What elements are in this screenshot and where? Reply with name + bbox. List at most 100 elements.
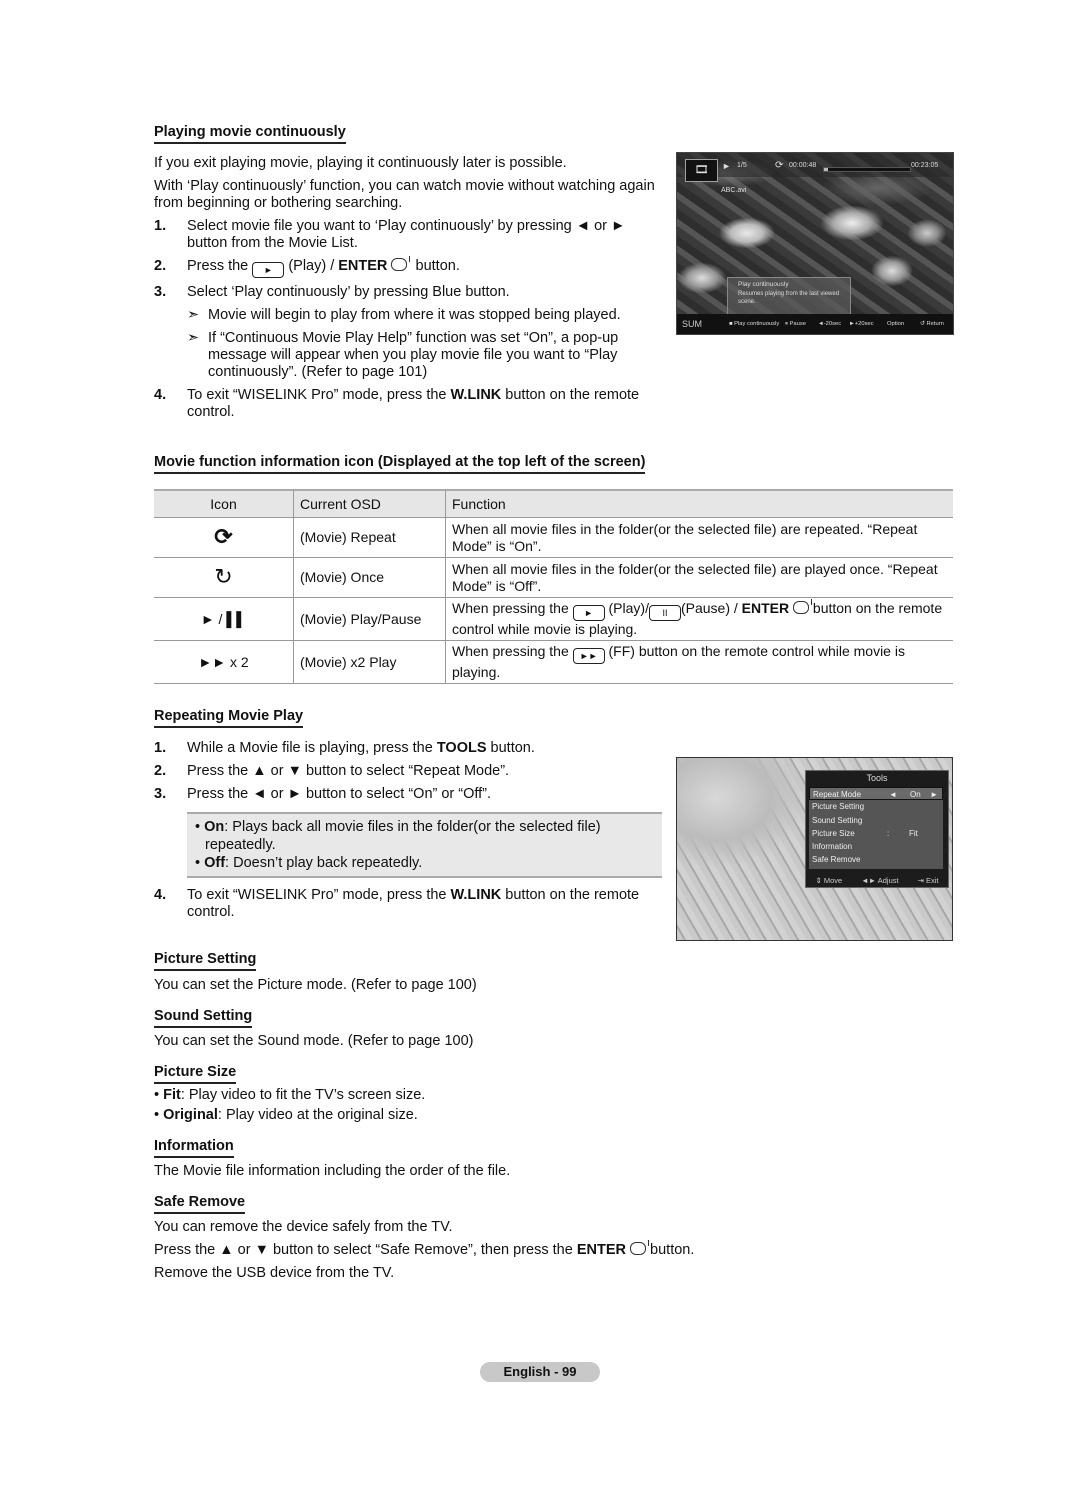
option-label: On <box>204 819 225 835</box>
picture-setting-text: You can set the Picture mode. (Refer to … <box>154 977 477 993</box>
step-text: button. <box>486 740 535 756</box>
option-text: : Play video at the original size. <box>217 1107 418 1123</box>
step-number: 4. <box>154 887 167 903</box>
step-text: Select movie file you want to ‘Play cont… <box>187 218 626 234</box>
safe-remove-heading: Safe Remove <box>154 1193 246 1214</box>
heading-text: Information <box>154 1137 234 1158</box>
device-name: SUM <box>682 319 702 329</box>
steps-list: 1. Select movie file you want to ‘Play c… <box>154 218 654 421</box>
exit-hint[interactable]: ⇥ Exit <box>918 876 939 885</box>
step-text: To exit “WISELINK Pro” mode, press the <box>187 887 451 903</box>
intro-paragraph-1: If you exit playing movie, playing it co… <box>154 155 567 171</box>
arrow-icon: ➣ <box>187 307 200 323</box>
total-time: 00:23:05 <box>911 162 939 169</box>
option-text: : Plays back all movie files in the fold… <box>205 819 601 853</box>
tools-item-repeat-mode[interactable]: Repeat Mode ◄ On ► <box>809 787 943 801</box>
function-cell: When all movie files in the folder(or th… <box>445 557 953 598</box>
tools-item-picture-setting[interactable]: Picture Setting <box>809 800 943 813</box>
wlink-label: W.LINK <box>450 887 502 903</box>
forward-20sec-control[interactable]: ►+20sec <box>849 321 874 327</box>
step-3: 3. Press the ◄ or ► button to select “On… <box>154 786 654 803</box>
movie-function-icon-table: Icon Current OSD Function ⟳ (Movie) Repe… <box>154 489 953 684</box>
tools-footer: ⇕ Move ◄► Adjust ⇥ Exit <box>806 876 948 885</box>
heading-text: Picture Size <box>154 1063 237 1084</box>
option-text: : Play video to fit the TV’s screen size… <box>180 1087 426 1103</box>
option-text: : Doesn’t play back repeatedly. <box>225 855 423 871</box>
text: Press the ▲ or ▼ button to select “Safe … <box>154 1242 577 1258</box>
repeat-step-4: 4. To exit “WISELINK Pro” mode, press th… <box>154 887 667 921</box>
play-continuously-popup: Play continuously Resumes playing from t… <box>727 277 851 315</box>
table-header-row: Icon Current OSD Function <box>154 489 953 518</box>
heading-text: Repeating Movie Play <box>154 707 304 728</box>
item-label: Picture Setting <box>812 802 865 812</box>
tools-item-information[interactable]: Information <box>809 840 943 853</box>
header-current-osd: Current OSD <box>293 489 446 518</box>
option-control[interactable]: Option <box>887 321 904 327</box>
tools-item-safe-remove[interactable]: Safe Remove <box>809 853 943 866</box>
osd-cell: (Movie) Play/Pause <box>293 597 446 641</box>
picture-size-heading: Picture Size <box>154 1063 237 1084</box>
item-label: Safe Remove <box>812 855 861 865</box>
step-2: 2. Press the ▲ or ▼ button to select “Re… <box>154 763 654 780</box>
enter-icon <box>630 1240 650 1255</box>
tools-title: Tools <box>866 773 888 783</box>
table-row: ► / ▌▌ (Movie) Play/Pause When pressing … <box>154 597 953 641</box>
note-text: If “Continuous Movie Play Help” function… <box>208 330 619 380</box>
item-value: On <box>910 790 921 799</box>
left-arrow-icon[interactable]: ◄ <box>889 788 897 801</box>
option-on: • On: Plays back all movie files in the … <box>195 819 601 853</box>
step-text: To exit “WISELINK Pro” mode, press the <box>187 387 451 403</box>
function-cell: When pressing the ►► (FF) button on the … <box>445 640 953 684</box>
repeat-icon: ⟳ <box>775 160 784 171</box>
text: button. <box>646 1242 695 1258</box>
option-label: Fit <box>163 1087 181 1103</box>
pause-control[interactable]: ⏸ Pause <box>785 321 806 328</box>
return-control[interactable]: ↺ Return <box>920 321 944 327</box>
step-text: Press the ◄ or ► button to select “On” o… <box>187 786 492 802</box>
table-row: ⟳ (Movie) Repeat When all movie files in… <box>154 517 953 558</box>
enter-label: ENTER <box>338 258 388 274</box>
step-text: Press the ▲ or ▼ button to select “Repea… <box>187 763 510 779</box>
step-1: 1. While a Movie file is playing, press … <box>154 740 654 757</box>
step-number: 2. <box>154 763 167 779</box>
picture-size-fit: • Fit: Play video to fit the TV’s screen… <box>154 1087 426 1103</box>
right-arrow-icon[interactable]: ► <box>930 788 938 801</box>
ff-button-icon: ►► <box>572 648 605 664</box>
step-4: 4. To exit “WISELINK Pro” mode, press th… <box>154 387 667 421</box>
tools-item-sound-setting[interactable]: Sound Setting <box>809 814 943 827</box>
playback-progress-bar[interactable] <box>823 167 911 172</box>
play-status-icon: ► <box>722 161 731 171</box>
once-icon: ↻ <box>154 557 294 598</box>
progress-fill <box>824 168 829 171</box>
item-label: Repeat Mode <box>813 790 862 799</box>
information-heading: Information <box>154 1137 234 1158</box>
enter-icon <box>793 599 813 614</box>
tools-item-picture-size[interactable]: Picture Size : Fit <box>809 827 943 840</box>
information-text: The Movie file information including the… <box>154 1163 511 1179</box>
picture-setting-heading: Picture Setting <box>154 950 257 971</box>
step-number: 3. <box>154 284 167 300</box>
pause-button-icon: II <box>648 605 681 621</box>
enter-label: ENTER <box>576 1242 626 1258</box>
movie-thumbnail-icon: 🎞 <box>685 159 718 182</box>
osd-cell: (Movie) Repeat <box>293 517 446 558</box>
option-label: Off <box>204 855 226 871</box>
step-text: Press the <box>187 258 249 274</box>
heading-text: Movie function information icon (Display… <box>154 453 646 474</box>
step-number: 1. <box>154 218 167 234</box>
function-cell: When all movie files in the folder(or th… <box>445 517 953 558</box>
play-continuously-control[interactable]: ■ Play continuously <box>729 321 779 327</box>
rewind-20sec-control[interactable]: ◄-20sec <box>818 321 841 327</box>
function-text: When pressing the <box>452 643 569 659</box>
note-text: Movie will begin to play from where it w… <box>208 307 621 323</box>
step-number: 4. <box>154 387 167 403</box>
table-row: ►► x 2 (Movie) x2 Play When pressing the… <box>154 640 953 684</box>
adjust-hint: ◄► Adjust <box>861 876 899 885</box>
popup-title: Play continuously <box>738 281 789 288</box>
safe-remove-text-1: You can remove the device safely from th… <box>154 1219 453 1235</box>
safe-remove-text-2: Press the ▲ or ▼ button to select “Safe … <box>154 1240 695 1259</box>
table-row: ↻ (Movie) Once When all movie files in t… <box>154 557 953 598</box>
repeat-steps-list: 1. While a Movie file is playing, press … <box>154 740 654 803</box>
section-heading-repeating-movie-play: Repeating Movie Play <box>154 707 304 728</box>
move-hint: ⇕ Move <box>815 876 843 885</box>
